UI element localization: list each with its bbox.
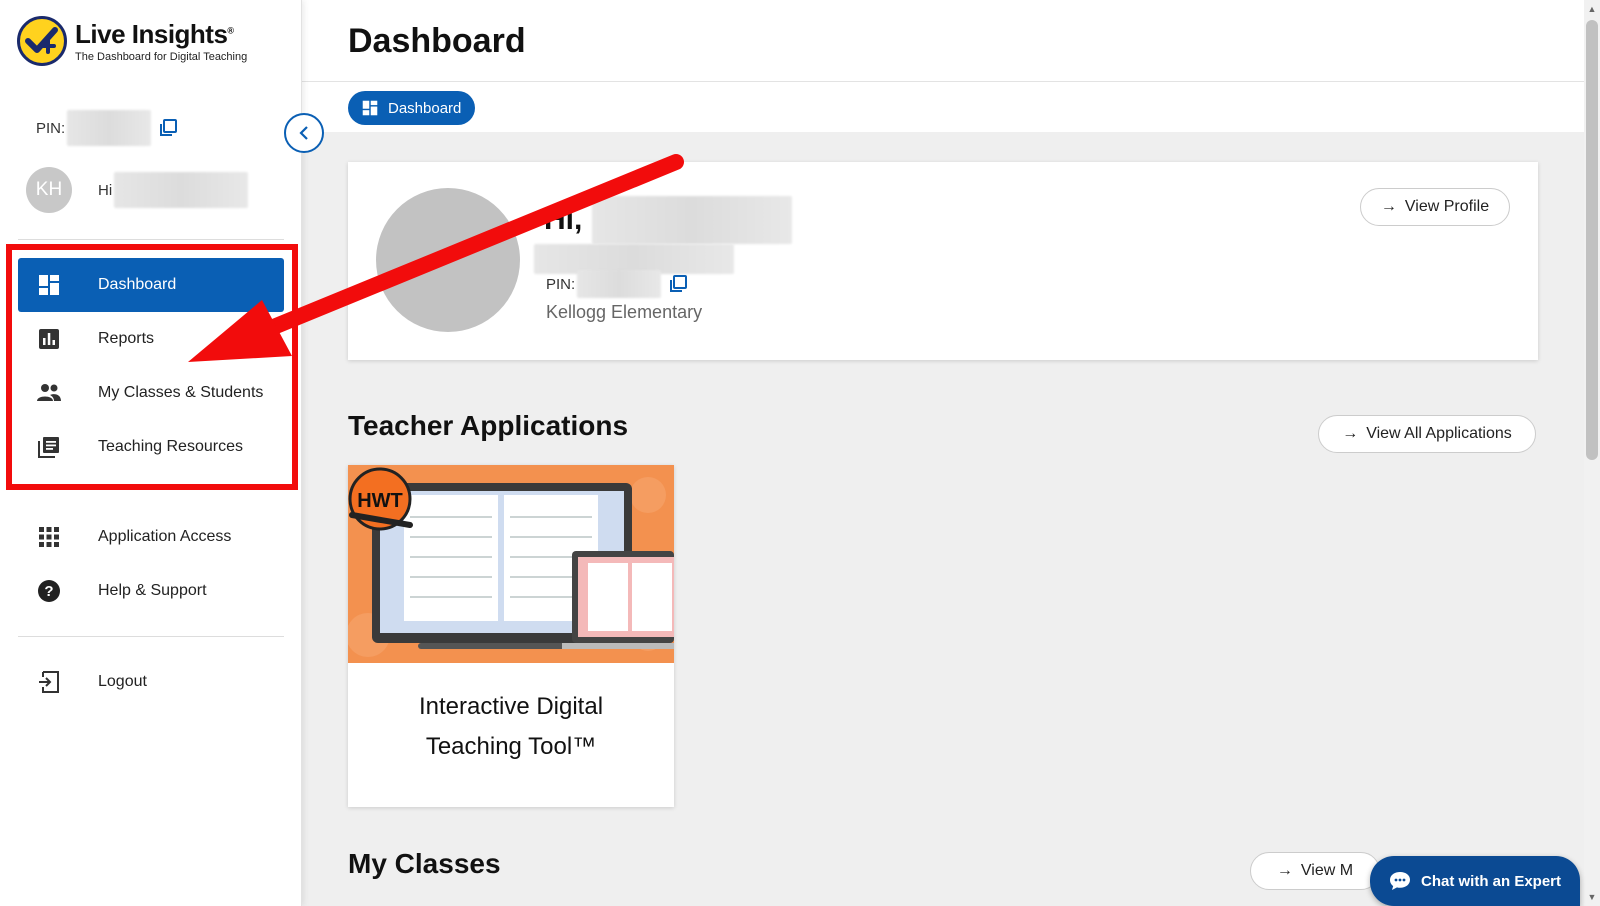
view-my-classes-button[interactable]: → View M (1250, 852, 1380, 890)
bar-chart-icon (36, 326, 62, 352)
sidebar-item-label: Dashboard (98, 276, 177, 293)
sidebar-item-label: Reports (98, 330, 155, 347)
avatar: KH (26, 167, 72, 213)
dashboard-icon (36, 272, 62, 298)
logout-icon (36, 669, 62, 695)
pin-value-redacted (67, 110, 152, 146)
user-name-redacted (114, 172, 249, 208)
people-icon (36, 380, 62, 406)
hwt-badge: HWT (357, 490, 403, 512)
breadcrumb[interactable]: Dashboard (348, 91, 476, 125)
sidebar-item-logout[interactable]: Logout (18, 655, 284, 709)
view-profile-label: View Profile (1404, 198, 1490, 215)
logo-title: Live Insights (75, 19, 228, 49)
library-books-icon (36, 434, 62, 460)
arrow-right-icon: → (1380, 198, 1397, 215)
user-greeting: Hi (98, 181, 113, 199)
checkmark-logo-icon (17, 16, 67, 66)
chat-bubble-icon (1389, 871, 1411, 891)
main-content: Dashboard Dashboard Hi, PIN: Kellogg Ele… (302, 0, 1584, 906)
sidebar-item-reports[interactable]: Reports (18, 312, 284, 366)
app-card-interactive-digital-teaching-tool[interactable]: HWT Interactive Digital Teaching Tool™ (348, 465, 674, 807)
view-all-applications-button[interactable]: → View All Applications (1318, 415, 1536, 453)
view-profile-button[interactable]: → View Profile (1360, 188, 1510, 226)
sidebar-item-my-classes-students[interactable]: My Classes & Students (18, 366, 284, 420)
teacher-applications-title: Teacher Applications (348, 410, 629, 441)
sidebar-divider (18, 636, 284, 637)
arrow-right-icon: → (1342, 425, 1359, 442)
pin-label: PIN: (546, 275, 576, 293)
apps-grid-icon (36, 524, 62, 550)
sidebar-item-label: Application Access (98, 528, 232, 545)
sidebar: Live Insights® The Dashboard for Digital… (0, 0, 302, 906)
school-name: Kellogg Elementary (546, 302, 703, 322)
sidebar-divider (18, 239, 284, 240)
svg-text:?: ? (44, 583, 53, 600)
page-scrollbar[interactable]: ▲ ▼ (1584, 0, 1600, 906)
logo-registered-mark: ® (227, 25, 234, 36)
sidebar-item-label: Logout (98, 673, 147, 690)
view-my-classes-label: View M (1300, 862, 1354, 879)
sidebar-item-label: Help & Support (98, 582, 207, 599)
sidebar-item-help-support[interactable]: ? Help & Support (18, 564, 284, 618)
sidebar-item-application-access[interactable]: Application Access (18, 510, 284, 564)
arrow-right-icon: → (1276, 862, 1293, 879)
pin-label: PIN: (36, 119, 66, 137)
collapse-sidebar-button[interactable] (284, 113, 324, 153)
dashboard-icon (362, 100, 378, 116)
live-insights-logo[interactable]: Live Insights® The Dashboard for Digital… (17, 16, 247, 66)
profile-pin: PIN: (546, 270, 688, 298)
chat-label: Chat with an Expert (1420, 872, 1562, 890)
header-divider (302, 81, 1584, 82)
profile-greeting: Hi, (544, 203, 583, 236)
sidebar-item-label: My Classes & Students (98, 384, 264, 401)
sidebar-item-label: Teaching Resources (98, 438, 243, 455)
page-header: Dashboard Dashboard (302, 0, 1584, 132)
chat-with-expert-button[interactable]: Chat with an Expert (1370, 856, 1580, 906)
sidebar-pin: PIN: (36, 110, 178, 146)
profile-name-redacted (592, 196, 793, 244)
app-thumbnail: HWT (348, 465, 674, 663)
copy-icon[interactable] (159, 119, 178, 137)
pin-value-redacted (577, 270, 662, 298)
breadcrumb-label: Dashboard (388, 99, 462, 117)
chevron-left-icon (299, 126, 308, 140)
app-name: Interactive Digital Teaching Tool™ (348, 687, 674, 767)
help-icon: ? (36, 578, 62, 604)
sidebar-item-dashboard[interactable]: Dashboard (18, 258, 284, 312)
logo-subtitle: The Dashboard for Digital Teaching (75, 51, 248, 63)
page-title: Dashboard (348, 22, 526, 60)
app-name-line-1: Interactive Digital (418, 693, 604, 720)
scroll-up-icon[interactable]: ▲ (1584, 2, 1600, 16)
sidebar-item-teaching-resources[interactable]: Teaching Resources (18, 420, 284, 474)
my-classes-title: My Classes (348, 848, 501, 879)
profile-card: Hi, PIN: Kellogg Elementary → View Profi… (348, 162, 1538, 360)
app-name-line-2: Teaching Tool™ (425, 733, 597, 760)
view-all-applications-label: View All Applications (1366, 425, 1512, 442)
copy-icon[interactable] (669, 275, 688, 293)
scroll-down-icon[interactable]: ▼ (1584, 890, 1600, 904)
profile-avatar (376, 188, 520, 332)
sidebar-user: KH Hi (26, 167, 249, 213)
scrollbar-thumb[interactable] (1586, 20, 1598, 460)
